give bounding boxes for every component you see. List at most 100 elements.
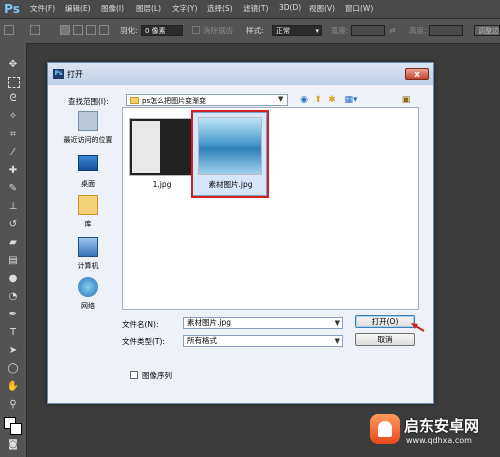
brush-tool-icon[interactable]: ✎ — [6, 183, 20, 195]
menu-layer[interactable]: 图层(L) — [136, 3, 161, 14]
healing-brush-tool-icon[interactable]: ✚ — [6, 165, 20, 177]
menu-select[interactable]: 选择(S) — [207, 3, 233, 14]
place-libraries[interactable]: 库 — [58, 195, 118, 235]
chevron-down-icon: ▼ — [278, 95, 284, 103]
lasso-tool-icon[interactable]: ᘓ — [6, 93, 20, 105]
path-selection-tool-icon[interactable]: ➤ — [6, 345, 20, 357]
thumbnail-content — [132, 121, 160, 173]
desktop-icon — [78, 155, 98, 171]
filename-label: 文件名(N): — [122, 320, 159, 329]
dodge-tool-icon[interactable]: ◔ — [6, 291, 20, 303]
style-select[interactable]: 正常 ▾ — [272, 25, 322, 36]
ellipse-tool-icon[interactable]: ◯ — [6, 363, 20, 375]
look-in-dropdown[interactable]: ps怎么把图片变渐变 ▼ — [126, 94, 288, 106]
chevron-down-icon: ▼ — [334, 337, 340, 345]
new-selection-icon[interactable] — [60, 25, 70, 35]
height-input[interactable] — [429, 25, 463, 36]
home-icon[interactable] — [4, 25, 14, 35]
place-recent[interactable]: 最近访问的位置 — [58, 111, 118, 151]
open-dialog: Ps 打开 x 查找范围(I): ps怎么把图片变渐变 ▼ ◉ ⬆ ✱ ▦▾ ▣… — [47, 62, 434, 404]
watermark-logo-icon — [370, 414, 400, 444]
file-item[interactable]: 1.jpg — [125, 112, 199, 202]
preview-folder-icon[interactable]: ▣ — [400, 94, 412, 106]
chevron-down-icon: ▾ — [315, 27, 319, 35]
new-folder-icon[interactable]: ✱ — [326, 94, 338, 106]
place-recent-label: 最近访问的位置 — [63, 136, 113, 144]
folder-icon — [130, 97, 139, 104]
file-list: 1.jpg 素材图片.jpg — [122, 107, 419, 310]
file-thumbnail — [129, 118, 193, 176]
feather-input[interactable]: 0 像素 — [141, 25, 183, 36]
watermark: 启东安卓网 www.qdhxa.com — [370, 412, 496, 452]
places-bar: 最近访问的位置 桌面 库 计算机 网络 — [58, 107, 118, 339]
refine-edge-button[interactable]: 调整边 — [474, 25, 500, 36]
watermark-text: 启东安卓网 — [404, 417, 480, 435]
width-input[interactable] — [351, 25, 385, 36]
type-tool-icon[interactable]: T — [6, 327, 20, 339]
photoshop-small-icon: Ps — [53, 69, 64, 79]
view-menu-icon[interactable]: ▦▾ — [342, 94, 360, 106]
crop-tool-icon[interactable]: ⌗ — [6, 129, 20, 141]
menu-filter[interactable]: 滤镜(T) — [243, 3, 268, 14]
filename-value: 素材图片.jpg — [187, 318, 231, 327]
background-color-swatch[interactable] — [10, 423, 22, 435]
place-libraries-label: 库 — [84, 220, 92, 228]
cancel-button[interactable]: 取消 — [355, 333, 415, 346]
menu-view[interactable]: 视图(V) — [309, 3, 335, 14]
style-select-value: 正常 — [276, 27, 290, 35]
place-desktop[interactable]: 桌面 — [58, 155, 118, 195]
back-icon[interactable]: ◉ — [298, 94, 310, 106]
menu-edit[interactable]: 编辑(E) — [65, 3, 91, 14]
history-brush-tool-icon[interactable]: ↺ — [6, 219, 20, 231]
width-label: 宽度: — [331, 26, 349, 35]
filetype-select[interactable]: 所有格式 ▼ — [183, 335, 343, 347]
eraser-tool-icon[interactable]: ▰ — [6, 237, 20, 249]
add-selection-icon[interactable] — [73, 25, 83, 35]
menu-image[interactable]: 图像(I) — [101, 3, 124, 14]
dialog-title: 打开 — [67, 70, 83, 79]
magic-wand-tool-icon[interactable]: ✧ — [6, 111, 20, 123]
up-folder-icon[interactable]: ⬆ — [312, 94, 324, 106]
pen-tool-icon[interactable]: ✒ — [6, 309, 20, 321]
quick-mask-icon[interactable]: ◙ — [6, 439, 20, 451]
dialog-titlebar[interactable]: Ps 打开 x — [48, 63, 433, 85]
look-in-value: ps怎么把图片变渐变 — [142, 97, 207, 105]
swap-icon[interactable]: ⇄ — [389, 25, 396, 36]
libraries-icon — [78, 195, 98, 215]
clone-stamp-tool-icon[interactable]: ⊥ — [6, 201, 20, 213]
marquee-tool-icon[interactable] — [8, 77, 20, 88]
chevron-down-icon: ▼ — [334, 319, 340, 327]
menu-type[interactable]: 文字(Y) — [172, 3, 197, 14]
gradient-tool-icon[interactable]: ▤ — [6, 255, 20, 267]
hand-tool-icon[interactable]: ✋ — [6, 381, 20, 393]
eyedropper-tool-icon[interactable]: ⁄ — [6, 147, 20, 159]
subtract-selection-icon[interactable] — [86, 25, 96, 35]
menu-window[interactable]: 窗口(W) — [345, 3, 373, 14]
zoom-tool-icon[interactable]: ⚲ — [6, 399, 20, 411]
image-sequence-label: 图像序列 — [142, 371, 172, 380]
move-tool-icon[interactable]: ✥ — [6, 59, 20, 71]
menu-file[interactable]: 文件(F) — [30, 3, 55, 14]
place-computer[interactable]: 计算机 — [58, 237, 118, 277]
filename-input[interactable]: 素材图片.jpg ▼ — [183, 317, 343, 329]
place-desktop-label: 桌面 — [81, 180, 95, 188]
intersect-selection-icon[interactable] — [99, 25, 109, 35]
photoshop-logo: Ps — [4, 2, 20, 16]
recent-places-icon — [78, 111, 98, 131]
blur-tool-icon[interactable]: ● — [6, 273, 20, 285]
marquee-preset-icon[interactable] — [30, 25, 40, 35]
place-network[interactable]: 网络 — [58, 277, 118, 317]
height-label: 高度: — [409, 26, 427, 35]
image-sequence-checkbox[interactable] — [130, 371, 138, 379]
menu-bar: Ps 文件(F) 编辑(E) 图像(I) 图层(L) 文字(Y) 选择(S) 滤… — [0, 0, 500, 18]
menu-3d[interactable]: 3D(D) — [279, 3, 301, 12]
filetype-label: 文件类型(T): — [122, 337, 165, 346]
toolbox: ✥ ᘓ ✧ ⌗ ⁄ ✚ ✎ ⊥ ↺ ▰ ▤ ● ◔ ✒ T ➤ ◯ ✋ ⚲ ◙ — [0, 43, 27, 457]
red-arrow-annotation — [411, 323, 425, 332]
antialias-checkbox[interactable] — [192, 26, 200, 34]
close-button[interactable]: x — [405, 68, 429, 80]
antialias-label: 消除锯齿 — [203, 26, 233, 35]
open-button[interactable]: 打开(O) — [355, 315, 415, 328]
watermark-url: www.qdhxa.com — [406, 436, 472, 445]
network-icon — [78, 277, 98, 297]
